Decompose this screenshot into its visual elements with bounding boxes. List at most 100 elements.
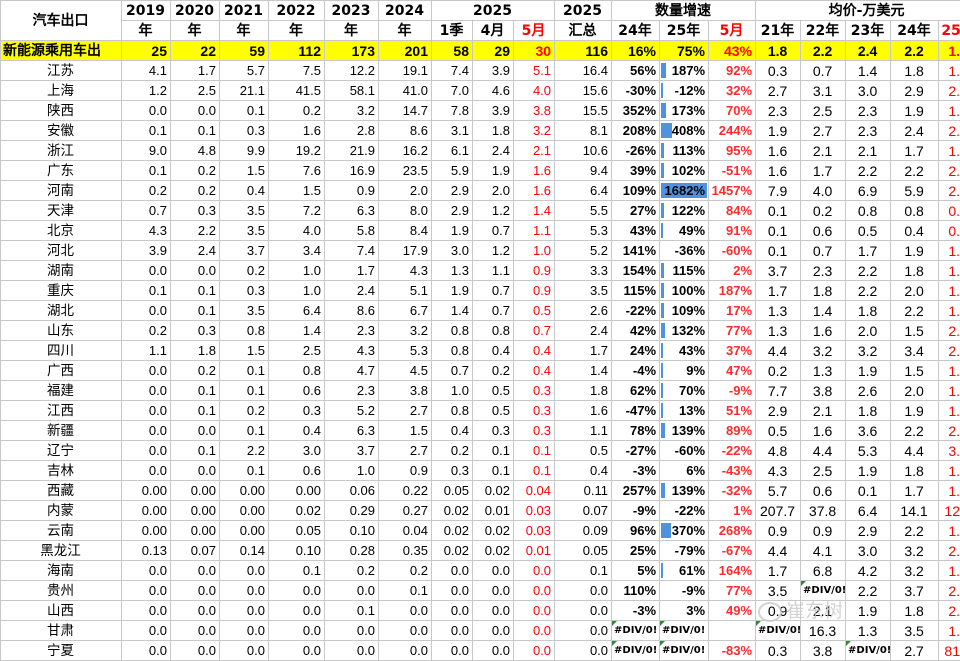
growth-may-cell (709, 621, 756, 641)
price-cell: 1.6 (756, 161, 801, 181)
price-cell: #DIV/0! (846, 641, 891, 661)
volume-cell: 0.9 (514, 261, 555, 281)
volume-cell: 0.1 (555, 561, 612, 581)
volume-cell: 6.3 (325, 201, 379, 221)
volume-cell: 0.0 (122, 441, 171, 461)
price-cell: 0.2 (801, 201, 846, 221)
price-cell: 12.7 (939, 501, 960, 521)
growth-25-value: 70% (679, 383, 705, 398)
growth-25-databar (661, 423, 665, 438)
volume-cell: 0.1 (122, 161, 171, 181)
volume-cell: 0.0 (432, 621, 473, 641)
price-cell: 1.7 (846, 241, 891, 261)
province-name: 贵州 (1, 581, 122, 601)
price-cell: 1.9 (846, 361, 891, 381)
volume-cell: 6.4 (269, 301, 325, 321)
growth-25-value: 113% (672, 143, 705, 158)
year-2021-bottom: 年 (220, 21, 269, 41)
price-cell: 2.2 (891, 421, 939, 441)
growth-sub-24: 24年 (612, 21, 660, 41)
price-cell: 4.4 (891, 441, 939, 461)
volume-cell: 9.0 (122, 141, 171, 161)
growth-24-cell: 110% (612, 581, 660, 601)
price-cell: 3.0 (846, 81, 891, 101)
price-cell: 2.3 (939, 161, 960, 181)
volume-cell: 2.9 (432, 201, 473, 221)
growth-may-cell: 32% (709, 81, 756, 101)
volume-cell: 0.0 (171, 101, 220, 121)
total-cell: 59 (220, 41, 269, 61)
total-cell: 112 (269, 41, 325, 61)
growth-25-value: -12% (675, 83, 705, 98)
growth-25-value: 370% (672, 523, 705, 538)
volume-cell: 0.1 (220, 361, 269, 381)
volume-cell: 0.14 (220, 541, 269, 561)
price-cell: 1.9 (891, 401, 939, 421)
growth-25-cell: 113% (660, 141, 709, 161)
volume-cell: 0.9 (379, 461, 432, 481)
price-cell: 2.5 (939, 601, 960, 621)
volume-cell: 0.02 (473, 481, 514, 501)
price-cell: 14.1 (891, 501, 939, 521)
volume-cell: 0.0 (555, 641, 612, 661)
volume-cell: 0.9 (514, 281, 555, 301)
province-name: 西藏 (1, 481, 122, 501)
price-cell: 7.7 (756, 381, 801, 401)
price-cell: 2.2 (939, 581, 960, 601)
growth-may-cell: -32% (709, 481, 756, 501)
price-cell: 0.4 (939, 201, 960, 221)
volume-cell: 0.1 (171, 281, 220, 301)
volume-cell: 6.4 (555, 181, 612, 201)
volume-cell: 0.0 (269, 641, 325, 661)
growth-may-cell: 164% (709, 561, 756, 581)
price-cell: 3.8 (801, 381, 846, 401)
growth-25-databar (661, 343, 663, 358)
volume-cell: 3.5 (555, 281, 612, 301)
growth-25-cell: 122% (660, 201, 709, 221)
volume-cell: 0.0 (171, 461, 220, 481)
price-cell: 0.9 (756, 601, 801, 621)
total-cell: 201 (379, 41, 432, 61)
growth-may-cell: 95% (709, 141, 756, 161)
growth-25-cell: #DIV/0! (660, 641, 709, 661)
volume-cell: 2.4 (171, 241, 220, 261)
growth-25-value: 9% (686, 363, 705, 378)
growth-25-cell: #DIV/0! (660, 621, 709, 641)
growth-sub-25: 25年 (660, 21, 709, 41)
price-cell: 5.7 (756, 481, 801, 501)
growth-24-cell: 109% (612, 181, 660, 201)
growth-24-cell: 39% (612, 161, 660, 181)
price-cell: 1.5 (891, 361, 939, 381)
growth-25-cell: 102% (660, 161, 709, 181)
growth-may-cell: -9% (709, 381, 756, 401)
volume-cell: 6.7 (379, 301, 432, 321)
growth-25-value: 115% (672, 263, 705, 278)
growth-25-cell: 132% (660, 321, 709, 341)
growth-sub-may: 5月 (709, 21, 756, 41)
year-2019-bottom: 年 (122, 21, 171, 41)
volume-cell: 0.05 (432, 481, 473, 501)
growth-24-cell: 56% (612, 61, 660, 81)
volume-cell: 0.5 (473, 381, 514, 401)
volume-cell: 0.8 (269, 361, 325, 381)
volume-cell: 0.11 (555, 481, 612, 501)
volume-cell: 4.5 (379, 361, 432, 381)
volume-cell: 0.6 (269, 461, 325, 481)
growth-24-cell: 115% (612, 281, 660, 301)
price-cell: 2.4 (939, 181, 960, 201)
growth-25-databar (661, 383, 663, 398)
sub-may: 5月 (514, 21, 555, 41)
growth-25-databar (661, 403, 663, 418)
price-cell: 1.9 (939, 461, 960, 481)
price-cell: 0.4 (939, 221, 960, 241)
price-cell: 4.1 (801, 541, 846, 561)
growth-may-cell: -83% (709, 641, 756, 661)
price-cell: 1.9 (939, 381, 960, 401)
table-row: 山西0.00.00.00.00.10.00.00.00.00.0-3%3%49%… (1, 601, 960, 621)
growth-may-cell: 37% (709, 341, 756, 361)
volume-cell: 16.9 (325, 161, 379, 181)
total-cell: 2.2 (801, 41, 846, 61)
price-cell: 1.7 (756, 281, 801, 301)
volume-cell: 0.00 (122, 481, 171, 501)
volume-cell: 1.0 (432, 381, 473, 401)
